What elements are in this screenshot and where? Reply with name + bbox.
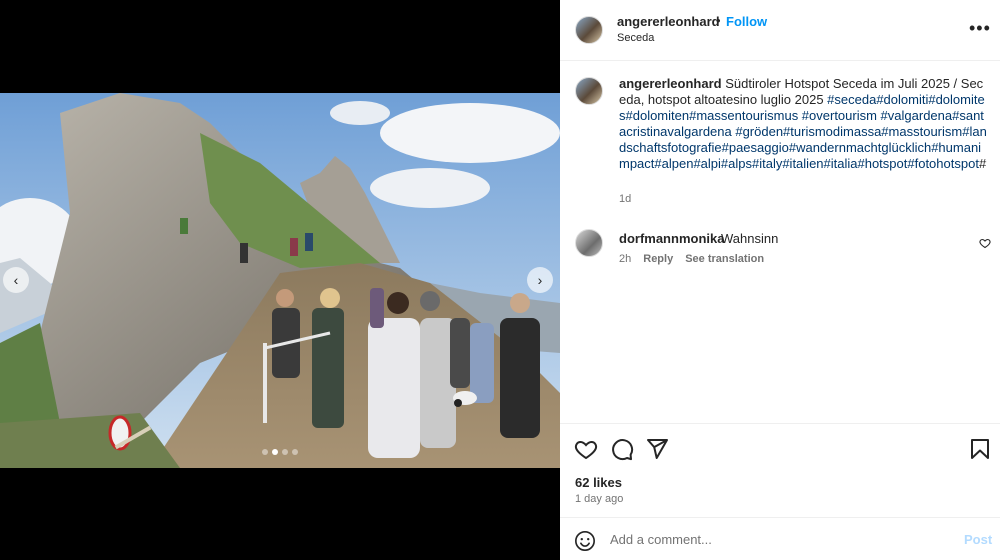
carousel-dot (282, 449, 288, 455)
comment-icon[interactable] (610, 437, 634, 464)
like-icon[interactable] (574, 437, 598, 464)
carousel-next-button[interactable]: › (527, 267, 553, 293)
caption-author-avatar[interactable] (575, 77, 603, 105)
post-actions: 62 likes 1 day ago (560, 423, 1000, 517)
more-options-icon[interactable]: ••• (969, 18, 991, 38)
comment-text: Wahnsinn (721, 231, 779, 246)
post-photo[interactable] (0, 93, 560, 468)
commenter-avatar[interactable] (575, 229, 603, 257)
post-comment-button[interactable]: Post (964, 532, 992, 547)
comment-input[interactable]: Add a comment... (610, 532, 950, 547)
author-avatar[interactable] (575, 16, 603, 44)
caption-trailing: # (978, 156, 987, 171)
separator-dot: • (716, 13, 721, 28)
carousel-dot (292, 449, 298, 455)
caption-username[interactable]: angererleonhard (619, 76, 722, 91)
caption-age: 1d (619, 193, 632, 205)
caption-text: angererleonhard Südtiroler Hotspot Seced… (619, 76, 989, 172)
comment-meta: 2h Reply See translation (619, 253, 764, 265)
bookmark-icon[interactable] (968, 437, 992, 464)
post-details-panel: angererleonhard • Follow Seceda ••• ange… (560, 0, 1000, 560)
post-location[interactable]: Seceda (617, 32, 654, 44)
carousel-dot (262, 449, 268, 455)
likes-count[interactable]: 62 likes (575, 475, 622, 490)
carousel-dot-active (272, 449, 278, 455)
emoji-icon[interactable] (574, 530, 596, 555)
share-icon[interactable] (645, 437, 669, 464)
commenter-username[interactable]: dorfmannmonika (619, 231, 724, 246)
carousel-indicator (262, 449, 298, 455)
comment-like-icon[interactable] (979, 237, 991, 252)
media-pane: ‹ › (0, 0, 560, 560)
follow-button[interactable]: Follow (726, 14, 767, 29)
add-comment-bar: Add a comment... Post (560, 517, 1000, 560)
post-header: angererleonhard • Follow Seceda ••• (560, 0, 1000, 61)
comment-age: 2h (619, 253, 632, 265)
chevron-right-icon: › (537, 272, 543, 288)
see-translation-button[interactable]: See translation (685, 253, 764, 265)
comment-item: dorfmannmonika Wahnsinn 2h Reply See tra… (560, 228, 1000, 268)
post-time: 1 day ago (575, 493, 624, 505)
photo-illustration (0, 93, 560, 468)
reply-button[interactable]: Reply (643, 253, 673, 265)
author-username[interactable]: angererleonhard (617, 14, 720, 29)
carousel-prev-button[interactable]: ‹ (3, 267, 29, 293)
chevron-left-icon: ‹ (13, 272, 19, 288)
